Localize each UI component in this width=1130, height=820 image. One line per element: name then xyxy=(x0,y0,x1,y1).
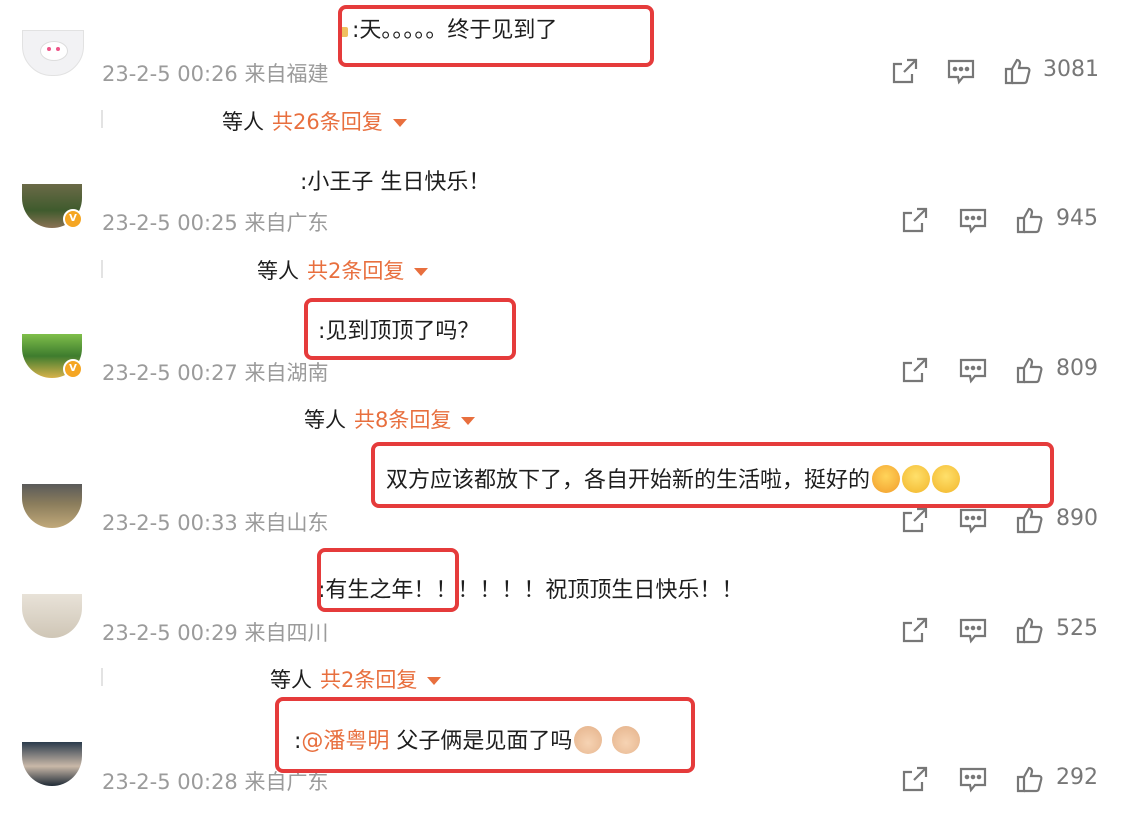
comment-meta: 23-2-5 00:25 来自广东 xyxy=(102,207,328,237)
highlight-box xyxy=(317,548,459,612)
like-count: 3081 xyxy=(1043,57,1099,82)
reply-users: 等人 xyxy=(270,668,312,692)
share-icon[interactable] xyxy=(900,205,930,235)
like-count: 945 xyxy=(1056,206,1098,231)
share-icon[interactable] xyxy=(900,764,930,794)
reply-users: 等人 xyxy=(304,408,346,432)
comment-location: 来自湖南 xyxy=(244,361,329,385)
reply-users: 等人 xyxy=(222,110,264,134)
comment-meta: 23-2-5 00:27 来自湖南 xyxy=(102,357,328,387)
reply-count: 共2条回复 xyxy=(320,668,418,692)
comment-icon[interactable] xyxy=(958,505,988,535)
like-count: 809 xyxy=(1056,356,1098,381)
chevron-down-icon xyxy=(461,417,476,425)
comment-icon[interactable] xyxy=(958,615,988,645)
comment-date: 23-2-5 00:25 xyxy=(102,211,238,235)
user-avatar[interactable] xyxy=(22,30,84,76)
reply-toggle[interactable]: 等人 共8条回复 xyxy=(304,404,476,434)
reply-divider xyxy=(101,668,103,686)
share-icon[interactable] xyxy=(890,56,920,86)
comment-date: 23-2-5 00:26 xyxy=(102,62,238,86)
chevron-down-icon xyxy=(427,677,442,685)
comment-location: 来自山东 xyxy=(244,511,329,535)
like-count: 292 xyxy=(1056,765,1098,790)
comment-icon[interactable] xyxy=(946,56,976,86)
verified-badge-icon: V xyxy=(63,359,83,379)
comment-text: :小王子 生日快乐！ xyxy=(300,170,491,195)
comment-date: 23-2-5 00:27 xyxy=(102,361,238,385)
like-icon[interactable] xyxy=(1015,615,1045,645)
comment-icon[interactable] xyxy=(958,205,988,235)
like-icon[interactable] xyxy=(1003,56,1033,86)
reply-count: 共8条回复 xyxy=(354,408,452,432)
user-avatar[interactable] xyxy=(22,742,82,786)
comment-icon[interactable] xyxy=(958,764,988,794)
chevron-down-icon xyxy=(392,119,407,127)
reply-count: 共2条回复 xyxy=(307,259,405,283)
highlight-box xyxy=(275,697,695,773)
comment-location: 来自福建 xyxy=(244,62,329,86)
reply-count: 共26条回复 xyxy=(272,110,383,134)
comment-location: 来自四川 xyxy=(244,621,329,645)
comment-meta: 23-2-5 00:29 来自四川 xyxy=(102,617,328,647)
user-avatar[interactable] xyxy=(22,594,82,638)
verified-badge-icon: V xyxy=(63,209,83,229)
chevron-down-icon xyxy=(414,268,429,276)
reply-users: 等人 xyxy=(257,259,299,283)
comment-date: 23-2-5 00:33 xyxy=(102,511,238,535)
reply-divider xyxy=(101,110,103,128)
like-icon[interactable] xyxy=(1015,505,1045,535)
like-icon[interactable] xyxy=(1015,205,1045,235)
comment-date: 23-2-5 00:29 xyxy=(102,621,238,645)
user-avatar[interactable] xyxy=(22,484,82,528)
share-icon[interactable] xyxy=(900,355,930,385)
comment-meta: 23-2-5 00:26 来自福建 xyxy=(102,58,328,88)
reply-toggle[interactable]: 等人 共2条回复 xyxy=(270,664,442,694)
like-icon[interactable] xyxy=(1015,355,1045,385)
like-count: 525 xyxy=(1056,616,1098,641)
comment-location: 来自广东 xyxy=(244,211,329,235)
reply-toggle[interactable]: 等人 共2条回复 xyxy=(257,255,429,285)
reply-toggle[interactable]: 等人 共26条回复 xyxy=(222,106,407,136)
share-icon[interactable] xyxy=(900,615,930,645)
like-icon[interactable] xyxy=(1015,764,1045,794)
comment-meta: 23-2-5 00:33 来自山东 xyxy=(102,507,328,537)
highlight-box xyxy=(304,298,516,360)
like-count: 890 xyxy=(1056,506,1098,531)
reply-divider xyxy=(101,260,103,278)
share-icon[interactable] xyxy=(900,505,930,535)
highlight-box xyxy=(371,442,1054,508)
comment-icon[interactable] xyxy=(958,355,988,385)
highlight-box xyxy=(338,5,654,67)
comment-location: 来自广东 xyxy=(244,770,329,794)
comment-date: 23-2-5 00:28 xyxy=(102,770,238,794)
